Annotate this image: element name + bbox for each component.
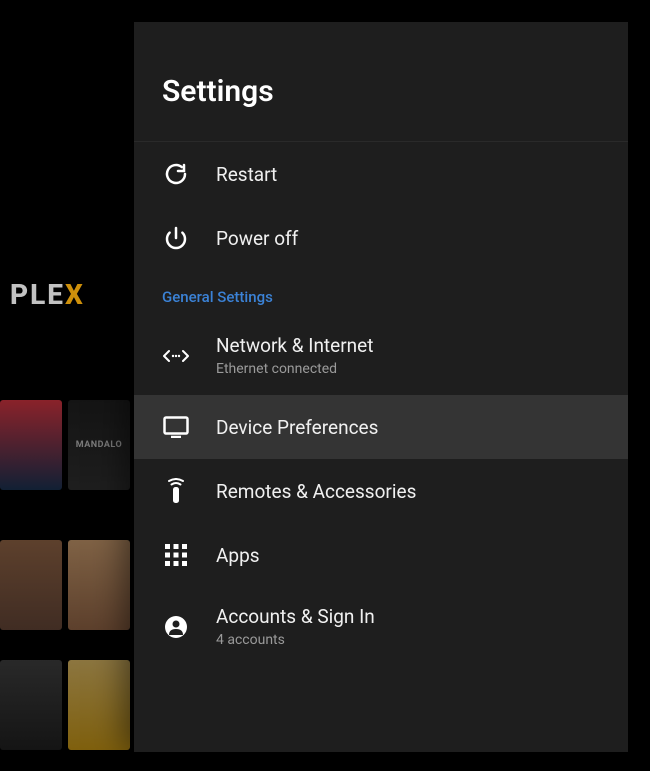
settings-item-remotes[interactable]: Remotes & Accessories — [134, 459, 628, 523]
background-tiles: MANDALO — [0, 400, 140, 760]
plex-logo: PLEX — [10, 278, 85, 311]
item-subtitle: Ethernet connected — [216, 361, 373, 377]
item-label: Apps — [216, 544, 260, 567]
item-label: Remotes & Accessories — [216, 480, 416, 503]
content-tile: MANDALO — [68, 400, 130, 490]
item-label: Accounts & Sign In — [216, 605, 375, 628]
remote-icon — [162, 477, 190, 505]
content-tile — [68, 660, 130, 750]
content-tile — [68, 540, 130, 630]
settings-panel: Settings Restart Power off General Setti… — [134, 22, 628, 752]
settings-item-restart[interactable]: Restart — [134, 142, 628, 206]
item-label: Network & Internet — [216, 334, 373, 357]
tv-icon — [162, 413, 190, 441]
settings-item-network[interactable]: Network & Internet Ethernet connected — [134, 316, 628, 395]
section-header-general: General Settings — [134, 270, 628, 316]
item-label: Restart — [216, 163, 277, 186]
settings-item-poweroff[interactable]: Power off — [134, 206, 628, 270]
content-tile — [0, 660, 62, 750]
settings-item-device-preferences[interactable]: Device Preferences — [134, 395, 628, 459]
network-icon — [162, 342, 190, 370]
item-label: Power off — [216, 227, 298, 250]
item-label: Device Preferences — [216, 416, 378, 439]
content-tile — [0, 400, 62, 490]
power-icon — [162, 224, 190, 252]
restart-icon — [162, 160, 190, 188]
settings-item-accounts[interactable]: Accounts & Sign In 4 accounts — [134, 587, 628, 666]
item-subtitle: 4 accounts — [216, 632, 375, 648]
panel-title: Settings — [134, 22, 628, 141]
account-icon — [162, 613, 190, 641]
apps-grid-icon — [162, 541, 190, 569]
content-tile — [0, 540, 62, 630]
settings-item-apps[interactable]: Apps — [134, 523, 628, 587]
